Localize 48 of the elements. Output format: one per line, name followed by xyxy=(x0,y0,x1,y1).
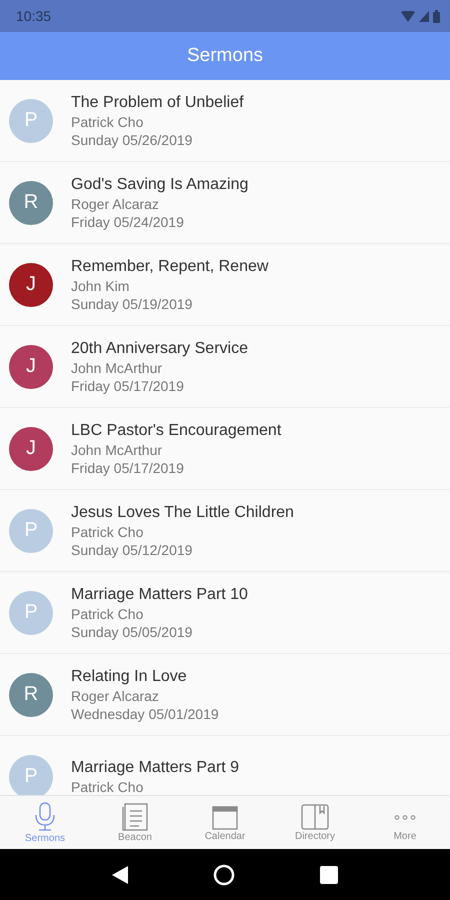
back-icon[interactable] xyxy=(112,866,128,884)
speaker-name: John Kim xyxy=(71,278,130,294)
avatar: J xyxy=(9,426,53,470)
recents-icon[interactable] xyxy=(320,866,338,884)
sermon-title: The Problem of Unbelief xyxy=(71,94,244,112)
sermon-date: Friday 05/24/2019 xyxy=(71,214,185,230)
speaker-name: Patrick Cho xyxy=(71,778,144,794)
wifi-icon xyxy=(401,10,415,22)
avatar: P xyxy=(9,98,53,142)
home-icon[interactable] xyxy=(212,864,235,886)
document-icon xyxy=(122,802,148,830)
calendar-icon xyxy=(212,804,238,830)
avatar: J xyxy=(9,262,53,306)
speaker-name: Roger Alcaraz xyxy=(71,688,160,704)
sermon-title: God's Saving Is Amazing xyxy=(71,176,248,194)
clock-time: 10:35 xyxy=(16,8,52,24)
avatar: J xyxy=(9,344,53,388)
sermon-title: LBC Pastor's Encouragement xyxy=(71,422,282,440)
speaker-name: John McArthur xyxy=(71,360,164,376)
speaker-name: Patrick Cho xyxy=(71,606,144,622)
avatar: R xyxy=(9,672,53,716)
battery-icon xyxy=(433,10,440,22)
sermon-title: Remember, Repent, Renew xyxy=(71,258,268,276)
page-title: Sermons xyxy=(186,45,264,67)
signal-icon xyxy=(419,10,429,22)
avatar: P xyxy=(9,754,53,795)
sermon-date: Sunday 05/05/2019 xyxy=(71,624,194,640)
sermon-date: Sunday 05/12/2019 xyxy=(71,542,194,558)
avatar: P xyxy=(9,590,53,634)
sermon-title: Jesus Loves The Little Children xyxy=(71,504,294,522)
sermon-title: Marriage Matters Part 9 xyxy=(71,758,240,776)
speaker-name: John McArthur xyxy=(71,442,164,458)
microphone-icon xyxy=(33,802,57,832)
sermon-date: Friday 05/17/2019 xyxy=(71,378,185,394)
speaker-name: Patrick Cho xyxy=(71,524,144,540)
speaker-name: Patrick Cho xyxy=(71,114,144,130)
avatar: P xyxy=(9,508,53,552)
sermon-date: Wednesday 05/01/2019 xyxy=(71,706,219,722)
sermon-title: Marriage Matters Part 10 xyxy=(71,586,248,604)
sermon-date: Friday 05/17/2019 xyxy=(71,460,185,476)
more-icon xyxy=(394,814,416,820)
sermon-date: Sunday 05/19/2019 xyxy=(71,296,194,312)
avatar: R xyxy=(9,180,53,224)
speaker-name: Roger Alcaraz xyxy=(71,196,160,212)
book-icon xyxy=(301,804,329,830)
sermon-title: Relating In Love xyxy=(71,668,188,686)
sermon-date: Sunday 05/26/2019 xyxy=(71,132,194,148)
sermon-title: 20th Anniversary Service xyxy=(71,340,248,358)
